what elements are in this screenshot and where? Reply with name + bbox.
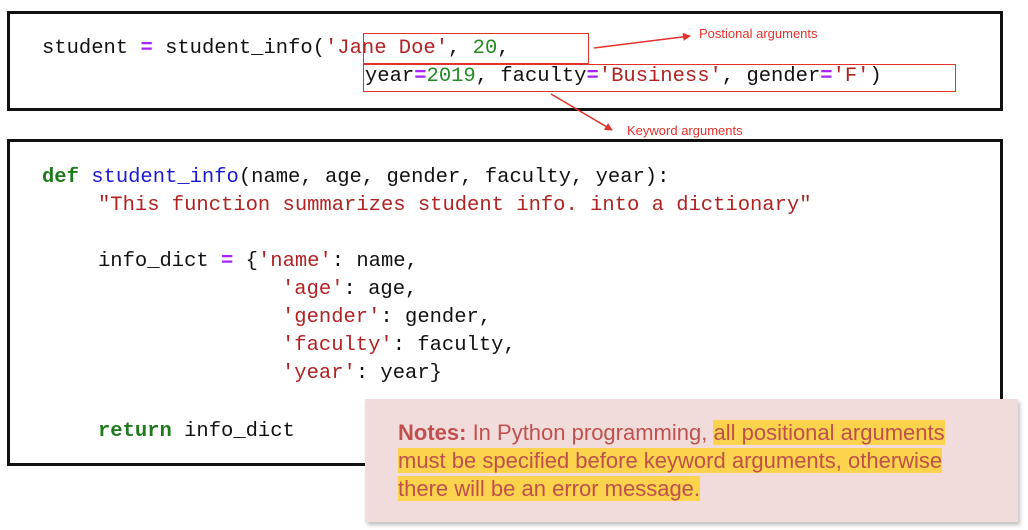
return-value: info_dict	[184, 420, 295, 443]
dict-line-1: info_dict = {'name': name,	[98, 250, 418, 273]
notes-label: Notes:	[398, 420, 467, 445]
def-keyword: def	[42, 166, 79, 189]
docstring: "This function summarizes student info. …	[98, 194, 812, 217]
dict-line-2: 'age': age,	[282, 276, 417, 304]
dict-key: 'gender'	[282, 306, 381, 329]
dict-key: 'faculty'	[282, 334, 393, 357]
docstring-line: "This function summarizes student info. …	[98, 192, 812, 220]
dict-line-5: 'year': year}	[282, 360, 442, 388]
keyword-arguments-label: Keyword arguments	[627, 123, 743, 138]
positional-args-highlight	[363, 33, 589, 64]
keyword-args-highlight	[363, 64, 956, 92]
dict-key: 'age'	[282, 278, 344, 301]
call-var: student	[42, 37, 129, 60]
dict-value: : faculty,	[392, 334, 516, 357]
dict-value: : age,	[343, 278, 418, 301]
dict-value: : name,	[331, 250, 418, 273]
function-params: (name, age, gender, faculty, year):	[238, 166, 670, 189]
dict-key: 'year'	[282, 362, 356, 385]
notes-text: In Python programming,	[466, 420, 714, 445]
function-name: student_info	[91, 166, 239, 189]
dict-var: info_dict	[98, 250, 209, 273]
dict-line-3: 'gender': gender,	[282, 304, 491, 332]
dict-value: : year}	[355, 362, 442, 385]
dict-line-4: 'faculty': faculty,	[282, 332, 516, 360]
notes-callout: Notes: In Python programming, all positi…	[365, 399, 1018, 522]
dict-key: 'name'	[257, 250, 332, 273]
def-line: def student_info(name, age, gender, facu…	[42, 164, 669, 192]
call-func: student_info(	[165, 37, 325, 60]
return-line: return info_dict	[98, 418, 295, 446]
dict-value: : gender,	[380, 306, 492, 329]
assign-operator: =	[140, 37, 153, 60]
return-keyword: return	[98, 420, 172, 443]
positional-arguments-label: Postional arguments	[699, 26, 818, 41]
